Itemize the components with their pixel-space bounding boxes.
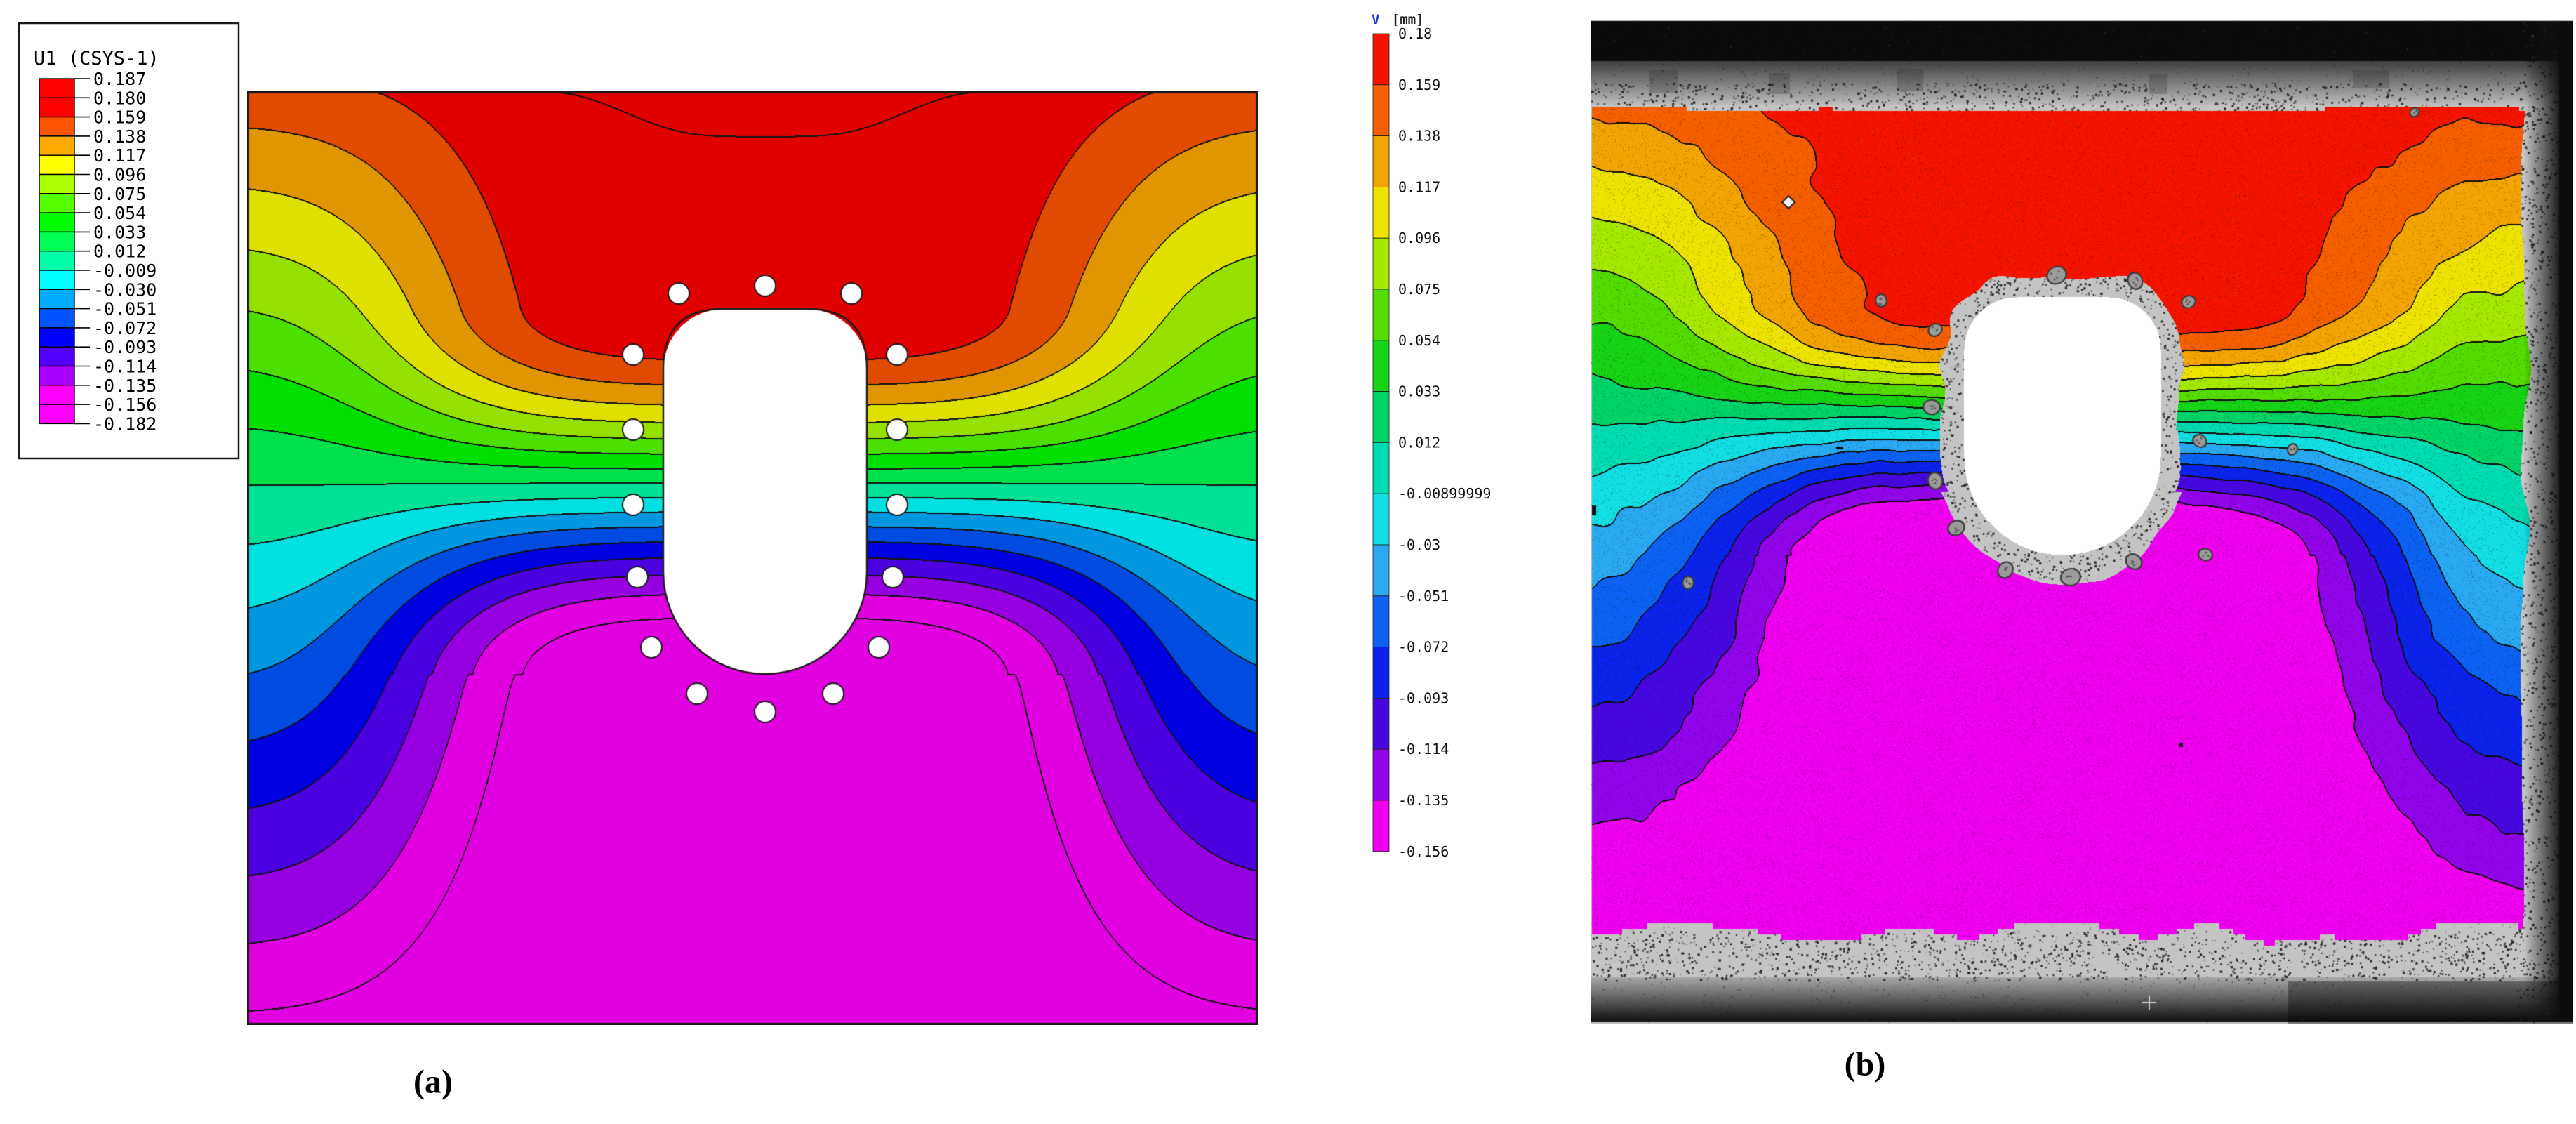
colorbar-tick-label: -0.135 <box>1398 792 1449 809</box>
colorbar-tick-label: 0.075 <box>1398 281 1440 298</box>
legend-tick-label: -0.093 <box>93 337 157 357</box>
colorbar-tick-label: -0.093 <box>1398 689 1449 706</box>
panel-a-legend: U1 (CSYS-1) 0.1870.1800.1590.1380.1170.0… <box>0 0 253 491</box>
panel-b-caption: (b) <box>1845 1045 1886 1084</box>
colorbar-band <box>1373 238 1389 289</box>
legend-swatch <box>39 347 74 366</box>
colorbar-tick-label: -0.00899999 <box>1398 485 1491 502</box>
legend-swatch <box>39 194 74 213</box>
colorbar-band <box>1373 392 1389 443</box>
legend-tick-label: -0.135 <box>93 376 157 396</box>
colorbar-band <box>1373 136 1389 187</box>
legend-swatch <box>39 117 74 136</box>
colorbar-tick-label: -0.072 <box>1398 639 1449 656</box>
legend-tick-label: -0.030 <box>93 279 157 300</box>
panel-a-caption: (a) <box>413 1063 453 1102</box>
colorbar-band <box>1373 187 1389 238</box>
colorbar-tick-label: -0.051 <box>1398 588 1449 604</box>
panel-b-colorbar: V [mm] 0.180.1590.1380.1170.0960.0750.05… <box>1360 0 1578 934</box>
legend-tick-label: 0.138 <box>93 126 146 147</box>
colorbar-tick-label: -0.03 <box>1398 536 1440 553</box>
legend-swatch <box>39 270 74 289</box>
legend-tick-label: -0.114 <box>93 357 157 377</box>
legend-tick-label: 0.075 <box>93 184 146 204</box>
colorbar-band <box>1373 442 1389 494</box>
legend-swatch <box>39 289 74 308</box>
colorbar-tick-label: 0.159 <box>1398 77 1440 93</box>
colorbar-band <box>1373 545 1389 596</box>
colorbar-band <box>1373 596 1389 647</box>
legend-tick-label: -0.009 <box>93 260 157 281</box>
legend-tick-label: 0.096 <box>93 165 146 185</box>
colorbar-tick-label: 0.054 <box>1398 332 1440 349</box>
legend-tick-label: -0.156 <box>93 395 157 415</box>
legend-tick-label: 0.159 <box>93 107 146 128</box>
legend-tick-label: 0.117 <box>93 145 146 166</box>
legend-swatch <box>39 385 74 404</box>
legend-swatch <box>39 98 74 117</box>
legend-swatch <box>39 155 74 174</box>
legend-tick-label: 0.180 <box>93 88 146 108</box>
colorbar-tick-label: 0.012 <box>1398 434 1440 451</box>
legend-tick-label: -0.182 <box>93 414 157 434</box>
legend-tick-label: -0.051 <box>93 299 157 319</box>
colorbar-tick-label: 0.117 <box>1398 178 1440 195</box>
legend-swatch <box>39 213 74 232</box>
legend-tick-label: 0.033 <box>93 222 146 242</box>
colorbar-band <box>1373 647 1389 699</box>
colorbar-tick-label: 0.18 <box>1398 25 1432 42</box>
legend-swatch <box>39 366 74 385</box>
legend-swatch <box>39 175 74 194</box>
legend-swatch <box>39 232 74 251</box>
legend-tick-label: 0.054 <box>93 203 146 223</box>
colorbar-band <box>1373 34 1389 85</box>
colorbar-title-v: V <box>1372 12 1379 27</box>
legend-tick-label: -0.072 <box>93 318 157 338</box>
colorbar-tick-label: 0.096 <box>1398 230 1440 246</box>
legend-swatch <box>39 404 74 423</box>
colorbar-items: 0.18 0.159 0.138 0.117 0.096 0.075 0.054 0.033 0… <box>1373 25 1491 860</box>
panel-a-contour-canvas <box>247 91 1258 1025</box>
colorbar-tick-label: -0.114 <box>1398 741 1449 758</box>
legend-items: 0.1870.1800.1590.1380.1170.0960.0750.054… <box>39 69 157 434</box>
colorbar-tick-label: 0.033 <box>1398 383 1440 400</box>
colorbar-band <box>1373 800 1389 852</box>
legend-swatch <box>39 309 74 328</box>
colorbar-band <box>1373 85 1389 136</box>
colorbar-tick-label: -0.156 <box>1398 843 1449 860</box>
legend-swatch <box>39 136 74 155</box>
colorbar-band <box>1373 494 1389 545</box>
legend-title: U1 (CSYS-1) <box>34 48 159 70</box>
legend-tick-label: 0.012 <box>93 242 146 262</box>
panel-b-photo-canvas <box>1591 20 2573 1024</box>
legend-swatch <box>39 251 74 270</box>
legend-tick-label: 0.187 <box>93 69 146 89</box>
colorbar-band <box>1373 698 1389 749</box>
figure-root: U1 (CSYS-1) 0.1870.1800.1590.1380.1170.0… <box>0 0 2576 1124</box>
colorbar-band <box>1373 289 1389 340</box>
colorbar-tick-label: 0.138 <box>1398 128 1440 145</box>
colorbar-band <box>1373 749 1389 800</box>
legend-swatch <box>39 79 74 98</box>
legend-swatch <box>39 328 74 347</box>
colorbar-band <box>1373 340 1389 392</box>
